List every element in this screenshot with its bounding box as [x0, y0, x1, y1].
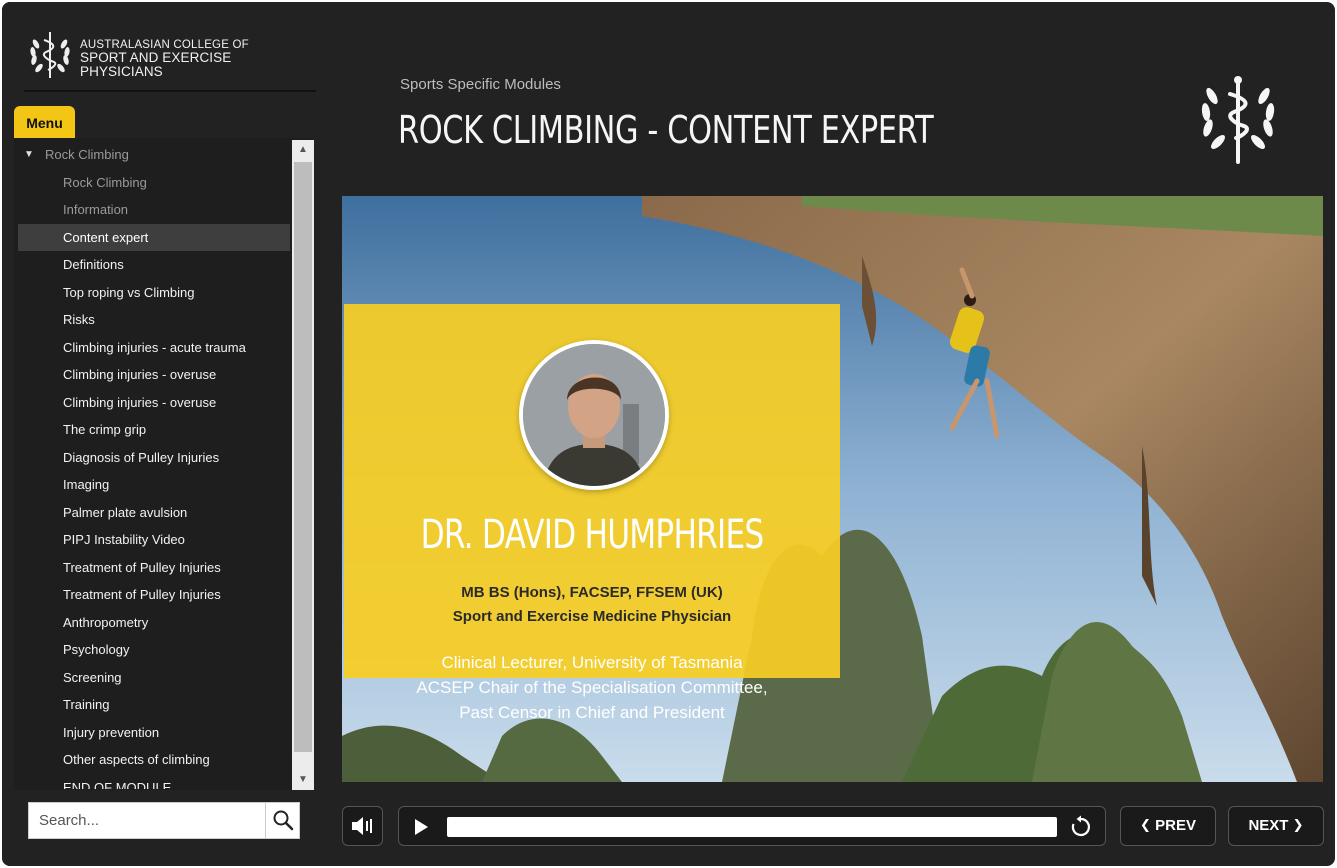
player-window: AUSTRALASIAN COLLEGE OF SPORT AND EXERCI…: [2, 2, 1335, 866]
menu-item-label: Treatment of Pulley Injuries: [63, 587, 221, 602]
menu-item-label: Climbing injuries - overuse: [63, 367, 217, 382]
sidebar: AUSTRALASIAN COLLEGE OF SPORT AND EXERCI…: [2, 2, 332, 866]
menu-item-label: Screening: [63, 669, 122, 685]
menu-item[interactable]: The crimp grip: [18, 416, 290, 444]
expert-role: Clinical Lecturer, University of Tasmani…: [441, 653, 743, 672]
chevron-left-icon: ❮: [1140, 817, 1151, 832]
menu-item-label: Climbing injuries - acute trauma: [63, 339, 246, 355]
menu-item[interactable]: Climbing injuries - overuse: [18, 361, 290, 389]
menu-item-label: Psychology: [63, 642, 130, 657]
audio-icon: [352, 817, 372, 835]
menu-scrollbar[interactable]: ▲ ▼: [292, 140, 314, 790]
next-button[interactable]: NEXT ❯: [1228, 806, 1324, 846]
menu-tab[interactable]: Menu: [14, 106, 75, 140]
menu-list: ▼ Rock Climbing Rock Climbing Information Co…: [18, 141, 290, 789]
menu-item-label: Imaging: [63, 477, 110, 492]
menu-panel: ▼ Rock Climbing Rock Climbing Information Co…: [14, 138, 314, 790]
expert-card: DR. DAVID HUMPHRIES MB BS (Hons), FACSEP…: [344, 304, 840, 722]
audio-button[interactable]: [342, 806, 383, 846]
college-logo: AUSTRALASIAN COLLEGE OF SPORT AND EXERCI…: [24, 26, 316, 92]
caduceus-emblem-icon: [1201, 76, 1275, 164]
page-title: ROCK CLIMBING - CONTENT EXPERT: [398, 108, 934, 152]
menu-item-label: Top roping vs Climbing: [63, 284, 195, 300]
menu-item-label: Climbing injuries - overuse: [63, 394, 217, 410]
prev-label: PREV: [1155, 817, 1196, 834]
expert-name: DR. DAVID HUMPHRIES: [420, 512, 765, 558]
search-input[interactable]: [29, 803, 265, 838]
expert-portrait: [519, 340, 669, 490]
expert-role: Past Censor in Chief and President: [459, 703, 725, 722]
progress-bar[interactable]: [447, 817, 1057, 837]
menu-item[interactable]: Diagnosis of Pulley Injuries: [18, 444, 290, 472]
college-name: AUSTRALASIAN COLLEGE OF SPORT AND EXERCI…: [80, 39, 316, 79]
menu-item-label: Definitions: [63, 257, 124, 272]
menu-item[interactable]: Definitions: [18, 251, 290, 279]
expert-roles: Clinical Lecturer, University of Tasmani…: [344, 650, 840, 725]
menu-item-label: Content expert: [63, 229, 149, 245]
menu-item-label: Training: [63, 697, 110, 712]
breadcrumb: Sports Specific Modules: [400, 76, 561, 93]
person-portrait-icon: [523, 344, 665, 486]
menu-item[interactable]: Top roping vs Climbing: [18, 279, 290, 307]
caduceus-logo-icon: [30, 32, 70, 78]
prev-button[interactable]: ❮ PREV: [1120, 806, 1216, 846]
scroll-thumb[interactable]: [294, 162, 312, 752]
menu-item-label: Palmer plate avulsion: [63, 504, 188, 520]
college-name-line2: SPORT AND EXERCISE PHYSICIANS: [80, 50, 232, 80]
next-label: NEXT: [1248, 817, 1289, 834]
menu-item[interactable]: Training: [18, 691, 290, 719]
expert-role: ACSEP Chair of the Specialisation Commit…: [416, 678, 768, 697]
menu-item[interactable]: Information: [18, 196, 290, 224]
menu-item[interactable]: Risks: [18, 306, 290, 334]
menu-item[interactable]: END OF MODULE: [18, 774, 290, 790]
menu-item[interactable]: Other aspects of climbing: [18, 746, 290, 774]
menu-item-label: Information: [63, 202, 129, 217]
menu-item[interactable]: PIPJ Instability Video: [18, 526, 290, 554]
menu-item[interactable]: Rock Climbing: [18, 169, 290, 197]
menu-item[interactable]: Treatment of Pulley Injuries: [18, 581, 290, 609]
replay-icon[interactable]: [1069, 815, 1093, 839]
menu-item-label: Other aspects of climbing: [63, 752, 210, 767]
playback-bar: [398, 806, 1106, 846]
search-button[interactable]: [265, 803, 299, 838]
menu-item-label: Treatment of Pulley Injuries: [63, 559, 221, 575]
menu-item[interactable]: Psychology: [18, 636, 290, 664]
menu-item-label: The crimp grip: [63, 422, 147, 437]
menu-section-rock-climbing[interactable]: ▼ Rock Climbing: [18, 141, 290, 169]
menu-item-label: Risks: [63, 312, 95, 327]
scroll-down-icon[interactable]: ▼: [292, 770, 314, 790]
menu-item[interactable]: Injury prevention: [18, 719, 290, 747]
menu-item[interactable]: Treatment of Pulley Injuries: [18, 554, 290, 582]
scroll-up-icon[interactable]: ▲: [292, 140, 314, 160]
chevron-right-icon: ❯: [1292, 817, 1304, 832]
slide-content: DR. DAVID HUMPHRIES MB BS (Hons), FACSEP…: [342, 196, 1323, 782]
menu-item[interactable]: Screening: [18, 664, 290, 692]
menu-item[interactable]: Palmer plate avulsion: [18, 499, 290, 527]
expert-specialty: Sport and Exercise Medicine Physician: [452, 608, 732, 625]
menu-item-label: Diagnosis of Pulley Injuries: [63, 449, 220, 465]
menu-item-label: Anthropometry: [63, 614, 149, 630]
caret-down-icon[interactable]: ▼: [24, 141, 34, 169]
search-icon: [273, 810, 294, 831]
menu-item[interactable]: Content expert: [18, 223, 290, 251]
menu-item-label: Injury prevention: [63, 724, 160, 740]
menu-item-label: Rock Climbing: [63, 174, 147, 190]
menu-item[interactable]: Anthropometry: [18, 609, 290, 637]
menu-item[interactable]: Imaging: [18, 471, 290, 499]
menu-item-label: PIPJ Instability Video: [63, 532, 185, 547]
search-box: [28, 802, 300, 839]
expert-qualifications: MB BS (Hons), FACSEP, FFSEM (UK): [461, 584, 723, 601]
play-icon[interactable]: [411, 817, 431, 837]
menu-item-label: Rock Climbing: [45, 147, 129, 162]
menu-item-label: END OF MODULE: [63, 779, 172, 790]
menu-item[interactable]: Climbing injuries - acute trauma: [18, 334, 290, 362]
menu-item[interactable]: Climbing injuries - overuse: [18, 389, 290, 417]
